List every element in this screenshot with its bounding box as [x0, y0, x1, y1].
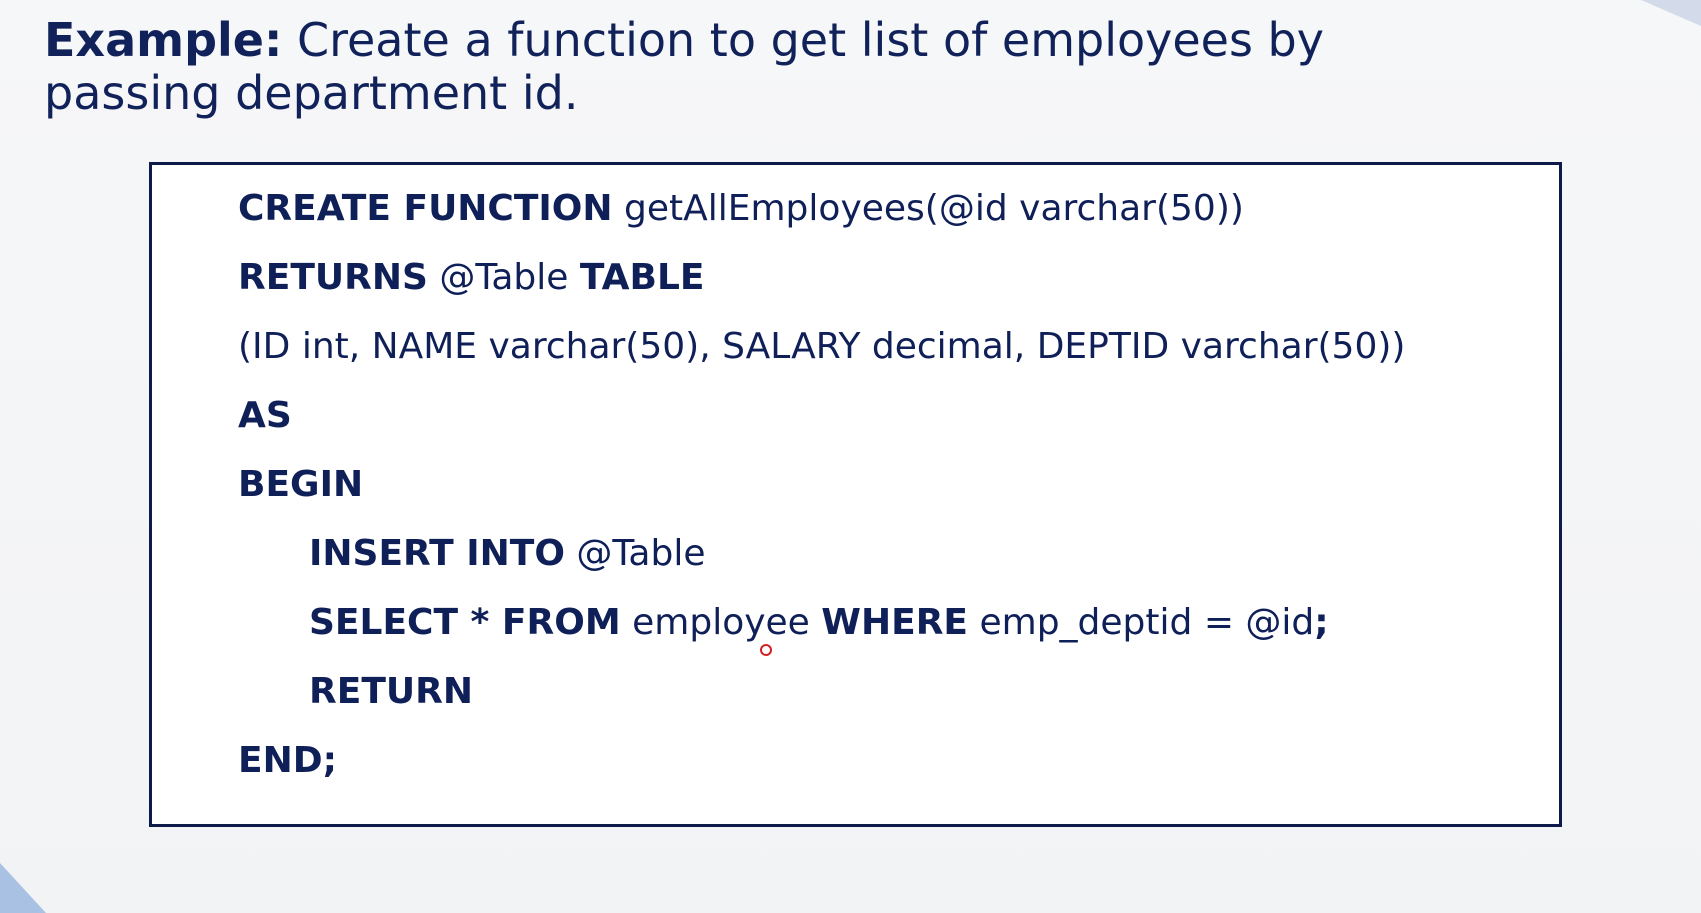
code-keyword: WHERE — [821, 602, 969, 643]
cursor-indicator-icon — [760, 644, 772, 656]
code-line: BEGIN — [238, 463, 363, 507]
code-line: INSERT INTO @Table — [309, 532, 705, 576]
code-text: getAllEmployees(@id varchar(50)) — [624, 188, 1244, 229]
code-keyword: CREATE FUNCTION — [238, 188, 613, 229]
code-keyword: RETURN — [309, 671, 473, 712]
corner-accent — [0, 863, 46, 913]
code-line: SELECT * FROM employee WHERE emp_deptid … — [309, 601, 1329, 645]
code-text: @Table — [576, 533, 706, 574]
code-keyword: BEGIN — [238, 464, 364, 505]
slide-heading: Example: Create a function to get list o… — [44, 14, 1444, 120]
code-keyword: INSERT INTO — [309, 533, 565, 574]
code-keyword: RETURNS — [238, 257, 428, 298]
code-keyword: SELECT * FROM — [309, 602, 621, 643]
code-text: (ID int, NAME varchar(50), SALARY decima… — [238, 326, 1406, 367]
corner-accent — [1641, 0, 1701, 26]
code-line: RETURNS @Table TABLE — [238, 256, 704, 300]
code-text: @Table — [439, 257, 569, 298]
code-line: (ID int, NAME varchar(50), SALARY decima… — [238, 325, 1405, 369]
code-line: AS — [238, 394, 292, 438]
heading-label: Example: — [44, 13, 283, 67]
code-line: CREATE FUNCTION getAllEmployees(@id varc… — [238, 187, 1244, 231]
code-line: RETURN — [309, 670, 473, 714]
code-keyword: TABLE — [579, 257, 705, 298]
code-block: CREATE FUNCTION getAllEmployees(@id varc… — [149, 162, 1562, 827]
code-text: emp_deptid = @id — [979, 602, 1315, 643]
code-keyword: AS — [238, 395, 292, 436]
slide: Example: Create a function to get list o… — [0, 0, 1701, 913]
code-keyword: END; — [238, 740, 337, 781]
code-line: END; — [238, 739, 337, 783]
code-text: employee — [632, 602, 810, 643]
code-keyword: ; — [1314, 602, 1329, 643]
